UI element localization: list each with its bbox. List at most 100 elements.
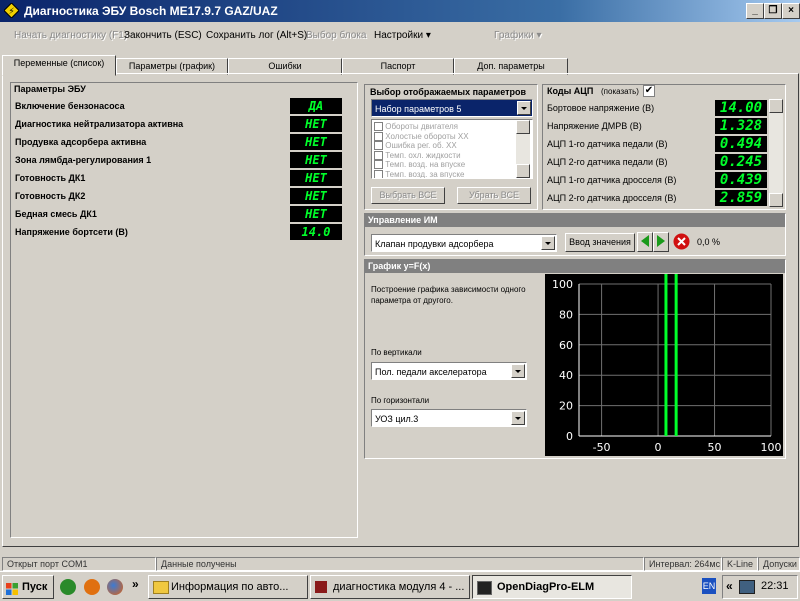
vertical-axis-label: По вертикали bbox=[371, 348, 422, 357]
scroll-up-button[interactable] bbox=[769, 99, 783, 113]
task-opendiag-label: OpenDiagPro-ELM bbox=[497, 581, 595, 593]
param-value: НЕТ bbox=[290, 134, 342, 150]
list-item[interactable]: Темп. возд. на впуске bbox=[374, 160, 514, 170]
x-tick-label: 50 bbox=[708, 441, 722, 454]
param-set-value: Набор параметров 5 bbox=[375, 104, 462, 114]
checklist-label: Ошибка рег. об. XX bbox=[385, 141, 457, 150]
task-opendiag[interactable]: OpenDiagPro-ELM bbox=[472, 575, 632, 599]
checkbox[interactable] bbox=[374, 150, 383, 160]
start-button[interactable]: Пуск bbox=[2, 575, 54, 599]
tray-expand-icon[interactable]: « bbox=[726, 579, 733, 593]
param-value: НЕТ bbox=[290, 170, 342, 186]
scroll-up-button[interactable] bbox=[516, 120, 530, 134]
list-item[interactable]: Обороты двигателя bbox=[374, 122, 514, 132]
svg-text:⚡: ⚡ bbox=[8, 7, 14, 17]
param-label: Готовность ДК2 bbox=[15, 191, 86, 201]
chevron-down-icon[interactable] bbox=[511, 411, 525, 425]
adc-label: АЦП 1-го датчика педали (В) bbox=[547, 139, 668, 149]
param-checklist[interactable]: Обороты двигателя Холостые обороты XX Ош… bbox=[371, 119, 533, 179]
y-tick-label: 0 bbox=[566, 430, 573, 443]
close-button[interactable]: × bbox=[782, 3, 800, 19]
horizontal-param-dropdown[interactable]: УОЗ цил.3 bbox=[371, 409, 527, 427]
remove-all-button[interactable]: Убрать ВСЕ bbox=[457, 187, 531, 204]
menu-choose-block[interactable]: Выбор блока bbox=[306, 30, 366, 41]
checkbox[interactable] bbox=[374, 141, 383, 151]
param-value: 14.0 bbox=[290, 224, 342, 240]
menu-settings[interactable]: Настройки ▾ bbox=[374, 30, 431, 41]
list-item[interactable]: Ошибка рег. об. XX bbox=[374, 141, 514, 151]
avast-icon[interactable] bbox=[84, 579, 100, 595]
scrollbar[interactable] bbox=[769, 99, 783, 207]
status-bar: Открыт порт COM1 Данные получены Интерва… bbox=[0, 557, 800, 571]
ecu-params-title: Параметры ЭБУ bbox=[11, 83, 357, 96]
task-diagnostics[interactable]: диагностика модуля 4 - ... bbox=[310, 575, 470, 599]
list-item: АЦП 2-го датчика дросселя (В) 2.859 bbox=[543, 189, 769, 207]
scroll-down-button[interactable] bbox=[516, 164, 530, 178]
list-item: Включение бензонасоса ДА bbox=[11, 97, 351, 115]
actuator-value: Клапан продувки адсорбера bbox=[375, 239, 494, 249]
adc-value: 0.245 bbox=[715, 154, 767, 170]
chevron-down-icon[interactable] bbox=[517, 101, 531, 115]
param-value: НЕТ bbox=[290, 116, 342, 132]
window-title: Диагностика ЭБУ Bosch ME17.9.7 GAZ/UAZ bbox=[24, 4, 278, 18]
y-tick-label: 20 bbox=[559, 400, 573, 413]
list-item[interactable]: Холостые обороты XX bbox=[374, 132, 514, 142]
menu-start-diagnostics[interactable]: Начать диагностику (F1) bbox=[14, 30, 127, 41]
list-item: Напряжение бортсети (В) 14.0 bbox=[11, 223, 351, 241]
input-value-button[interactable]: Ввод значения bbox=[565, 233, 635, 252]
menu-graphs[interactable]: Графики ▾ bbox=[494, 30, 542, 41]
vertical-param-dropdown[interactable]: Пол. педали акселератора bbox=[371, 362, 527, 380]
chevron-down-icon[interactable] bbox=[511, 364, 525, 378]
tab-variables-list[interactable]: Переменные (список) bbox=[2, 55, 116, 76]
checklist-label: Обороты двигателя bbox=[385, 122, 459, 131]
im-control-title: Управление ИМ bbox=[365, 214, 785, 227]
graph-title: График y=F(x) bbox=[365, 260, 785, 273]
language-indicator[interactable]: EN bbox=[702, 578, 716, 594]
list-item[interactable]: Темп. охл. жидкости bbox=[374, 151, 514, 161]
scrollbar[interactable] bbox=[516, 120, 530, 178]
maximize-button[interactable]: ❐ bbox=[764, 3, 782, 19]
adc-value: 0.439 bbox=[715, 172, 767, 188]
select-all-button[interactable]: Выбрать ВСЕ bbox=[371, 187, 445, 204]
adc-show-checkbox[interactable]: ✔ bbox=[643, 85, 655, 97]
windows-logo-icon bbox=[6, 581, 18, 595]
y-tick-label: 80 bbox=[559, 308, 573, 321]
checkbox[interactable] bbox=[374, 160, 383, 170]
menu-save-log[interactable]: Сохранить лог (Alt+S) bbox=[206, 30, 307, 41]
network-icon[interactable] bbox=[739, 580, 755, 594]
checkbox[interactable] bbox=[374, 131, 383, 141]
task-info[interactable]: Информация по авто... bbox=[148, 575, 308, 599]
scroll-down-button[interactable] bbox=[769, 193, 783, 207]
param-label: Зона лямбда-регулирования 1 bbox=[15, 155, 152, 165]
list-item: Напряжение ДМРВ (В) 1.328 bbox=[543, 117, 769, 135]
actuator-dropdown[interactable]: Клапан продувки адсорбера bbox=[371, 234, 557, 252]
list-item: АЦП 1-го датчика педали (В) 0.494 bbox=[543, 135, 769, 153]
chevron-down-icon: ▾ bbox=[536, 30, 542, 41]
utorrent-icon[interactable] bbox=[60, 579, 76, 595]
stop-icon[interactable] bbox=[673, 233, 690, 250]
status-interval: Интервал: 264мс bbox=[644, 557, 722, 571]
list-item[interactable]: Темп. возд. за впуске bbox=[374, 169, 514, 178]
arrow-right-icon[interactable] bbox=[653, 232, 669, 252]
menu-finish[interactable]: Закончить (ESC) bbox=[124, 30, 202, 41]
horizontal-param-value: УОЗ цил.3 bbox=[375, 414, 419, 424]
x-tick-label: 100 bbox=[761, 441, 782, 454]
firefox-icon[interactable] bbox=[107, 579, 123, 595]
param-set-dropdown[interactable]: Набор параметров 5 bbox=[371, 99, 533, 117]
checkbox[interactable] bbox=[374, 169, 383, 178]
checklist-label: Холостые обороты XX bbox=[385, 131, 469, 141]
task-info-label: Информация по авто... bbox=[171, 581, 289, 593]
chevron-down-icon[interactable] bbox=[541, 236, 555, 250]
title-bar: ⚡ Диагностика ЭБУ Bosch ME17.9.7 GAZ/UAZ… bbox=[0, 0, 800, 22]
y-tick-label: 60 bbox=[559, 339, 573, 352]
task-diagnostics-label: диагностика модуля 4 - ... bbox=[333, 581, 465, 593]
arrow-left-icon[interactable] bbox=[637, 232, 653, 252]
param-select-title: Выбор отображаемых параметров bbox=[370, 87, 527, 97]
checklist-label: Темп. охл. жидкости bbox=[385, 150, 461, 160]
checkbox[interactable] bbox=[374, 122, 383, 132]
minimize-button[interactable]: _ bbox=[746, 3, 764, 19]
param-checklist-items: Обороты двигателя Холостые обороты XX Ош… bbox=[374, 122, 514, 178]
list-item: Диагностика нейтрализатора активна НЕТ bbox=[11, 115, 351, 133]
list-item: Продувка адсорбера активна НЕТ bbox=[11, 133, 351, 151]
quicklaunch-more[interactable]: » bbox=[132, 577, 139, 591]
